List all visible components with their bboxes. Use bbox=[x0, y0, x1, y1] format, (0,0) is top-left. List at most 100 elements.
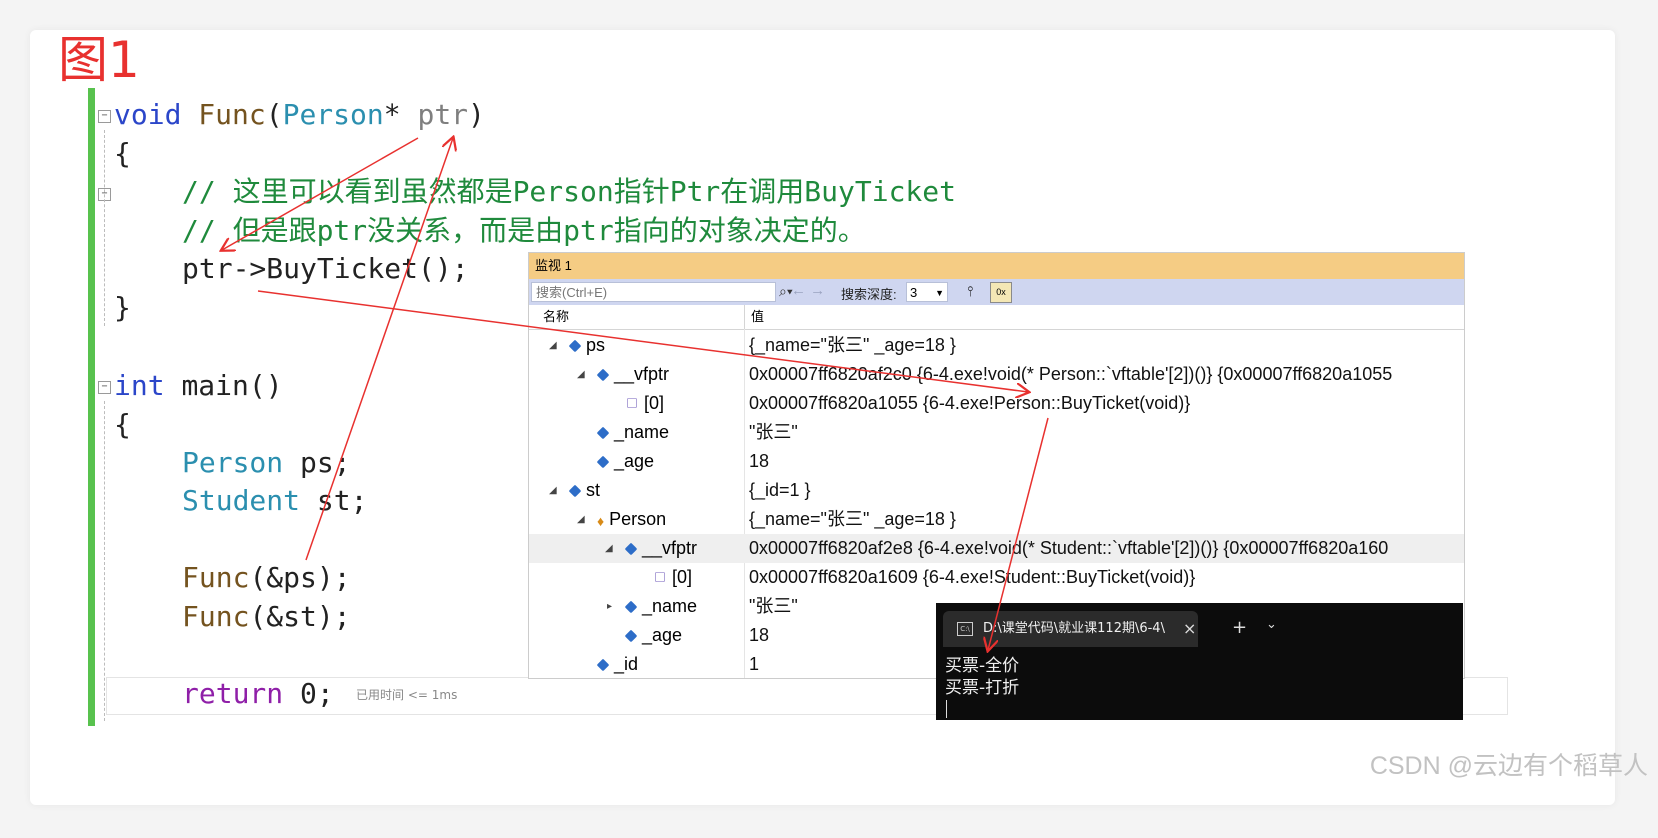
filter-pin-icon[interactable]: ⫯ bbox=[967, 283, 973, 300]
search-depth-select[interactable]: 3 ▼ bbox=[906, 282, 948, 302]
keyword-return: return bbox=[182, 677, 284, 710]
watch-row-name: _age bbox=[596, 447, 655, 476]
watch-row-name-text: ps bbox=[586, 335, 606, 355]
watch-search-input[interactable]: 搜索(Ctrl+E) bbox=[531, 282, 776, 302]
call-func-2: Func bbox=[182, 600, 250, 633]
expand-icon[interactable]: ◢ bbox=[605, 534, 613, 563]
watch-row-name: ps bbox=[568, 331, 606, 360]
code-line-open-brace: { bbox=[114, 137, 131, 170]
terminal-tab[interactable]: C:\ D:\课堂代码\就业课112期\6-4\ × bbox=[943, 611, 1198, 647]
terminal-icon: C:\ bbox=[957, 622, 973, 636]
expand-icon[interactable]: ◢ bbox=[577, 505, 585, 534]
watch-title: 监视 1 bbox=[535, 258, 572, 273]
watch-row[interactable]: ◢ __vfptr 0x00007ff6820af2c0 {6-4.exe!vo… bbox=[529, 360, 1464, 389]
call-arg-1: (&ps); bbox=[249, 561, 351, 594]
code-line-student-decl: Student st; bbox=[182, 484, 368, 517]
watch-row[interactable]: ◢ st {_id=1 } bbox=[529, 476, 1464, 505]
fold-main-icon[interactable]: − bbox=[98, 381, 111, 394]
watch-row-name: [0] bbox=[625, 389, 664, 418]
watch-row[interactable]: ◢ ♦ Person {_name="张三" _age=18 } bbox=[529, 505, 1464, 534]
terminal-tab-title: D:\课堂代码\就业课112期\6-4\ bbox=[983, 621, 1165, 636]
field-icon bbox=[624, 600, 638, 614]
watch-row-name-text: _age bbox=[642, 625, 683, 645]
code-line-func-signature: void Func(Person* ptr) bbox=[114, 98, 485, 131]
new-tab-icon[interactable]: + bbox=[1232, 617, 1247, 638]
watch-column-header: 名称 值 bbox=[529, 305, 1464, 330]
indent-guide bbox=[104, 401, 105, 721]
var-st: st bbox=[316, 484, 351, 517]
param-star: * bbox=[383, 98, 401, 131]
hex-display-icon[interactable]: 0x bbox=[990, 282, 1012, 303]
watch-row-value: {_name="张三" _age=18 } bbox=[749, 509, 956, 529]
watch-row-name: st bbox=[568, 476, 601, 505]
call-func-1: Func bbox=[182, 561, 250, 594]
watch-row[interactable]: [0] 0x00007ff6820a1609 {6-4.exe!Student:… bbox=[529, 563, 1464, 592]
keyword-int: int bbox=[114, 369, 165, 402]
expand-icon[interactable]: ◢ bbox=[577, 360, 585, 389]
base-class-icon: ♦ bbox=[597, 513, 605, 529]
return-value: 0; bbox=[300, 677, 334, 710]
watch-row[interactable]: _name "张三" bbox=[529, 418, 1464, 447]
main-name: main() bbox=[181, 369, 283, 402]
code-line-return: return 0; bbox=[182, 675, 334, 713]
terminal-output-line: 买票-打折 bbox=[945, 678, 1020, 698]
watch-row-name-text: __vfptr bbox=[614, 364, 670, 384]
watch-row-value: 18 bbox=[749, 451, 770, 471]
fold-func-icon[interactable]: − bbox=[98, 110, 111, 123]
search-nav-arrows-icon[interactable]: ← → bbox=[791, 282, 825, 299]
param-name: ptr bbox=[417, 98, 469, 131]
watch-row-name-text: _age bbox=[614, 451, 655, 471]
expand-icon[interactable]: ◢ bbox=[549, 476, 557, 505]
watch-row-name: _age bbox=[624, 621, 683, 650]
watch-row-value: "张三" bbox=[749, 422, 798, 442]
chevron-down-icon[interactable]: ⌄ bbox=[1266, 617, 1277, 632]
terminal-output-line: 买票-全价 bbox=[945, 656, 1020, 676]
watch-row-value: 0x00007ff6820af2e8 {6-4.exe!void(* Stude… bbox=[749, 538, 1389, 558]
column-value-header[interactable]: 值 bbox=[751, 305, 764, 329]
watch-row-value: 18 bbox=[749, 625, 770, 645]
column-divider[interactable] bbox=[744, 305, 745, 329]
watch-row-name: __vfptr bbox=[596, 360, 670, 389]
figure-label: 图1 bbox=[58, 31, 140, 89]
type-student: Student bbox=[182, 484, 301, 517]
watch-title-bar[interactable]: 监视 1 bbox=[529, 253, 1464, 279]
code-line-func-call-2: Func(&st); bbox=[182, 598, 351, 636]
watch-row-selected[interactable]: ◢ __vfptr 0x00007ff6820af2e8 {6-4.exe!vo… bbox=[529, 534, 1464, 563]
watch-row-value: 1 bbox=[749, 654, 760, 674]
watch-row-name-text: st bbox=[586, 480, 601, 500]
code-line-person-decl: Person ps; bbox=[182, 446, 351, 479]
watch-row-value: {_name="张三" _age=18 } bbox=[749, 335, 956, 355]
search-depth-label: 搜索深度: bbox=[841, 287, 897, 302]
expand-icon[interactable]: ◢ bbox=[549, 331, 557, 360]
code-line-main: int main() bbox=[114, 367, 283, 405]
watch-row[interactable]: [0] 0x00007ff6820a1055 {6-4.exe!Person::… bbox=[529, 389, 1464, 418]
indent-guide bbox=[104, 130, 105, 326]
variable-icon bbox=[624, 542, 638, 556]
watch-row-name-text: __vfptr bbox=[642, 538, 698, 558]
code-line-main-open-brace: { bbox=[114, 408, 131, 441]
code-comment-2: // 但是跟ptr没关系，而是由ptr指向的对象决定的。 bbox=[182, 214, 866, 247]
field-icon bbox=[596, 455, 610, 469]
keyword-void: void bbox=[114, 98, 182, 131]
column-name-header[interactable]: 名称 bbox=[543, 305, 569, 329]
watch-row-value: 0x00007ff6820af2c0 {6-4.exe!void(* Perso… bbox=[749, 364, 1393, 384]
watch-row-name-text: _name bbox=[614, 422, 670, 442]
watch-row-name-text: [0] bbox=[644, 393, 665, 413]
watch-row-name: _name bbox=[596, 418, 670, 447]
watch-row-name: __vfptr bbox=[624, 534, 698, 563]
watch-row-name: _id bbox=[596, 650, 638, 678]
watch-row-name-text: _name bbox=[642, 596, 698, 616]
expand-collapsed-icon[interactable]: ▸ bbox=[607, 592, 612, 621]
watch-row-value: 0x00007ff6820a1609 {6-4.exe!Student::Buy… bbox=[749, 567, 1196, 587]
array-element-icon bbox=[627, 398, 637, 408]
watch-row-value: {_id=1 } bbox=[749, 480, 811, 500]
close-icon[interactable]: × bbox=[1183, 611, 1196, 647]
watch-row-name-text: [0] bbox=[672, 567, 693, 587]
watch-row[interactable]: ◢ ps {_name="张三" _age=18 } bbox=[529, 331, 1464, 360]
terminal-window[interactable]: C:\ D:\课堂代码\就业课112期\6-4\ × + ⌄ 买票-全价 买票-… bbox=[936, 603, 1463, 720]
field-icon bbox=[596, 658, 610, 672]
watch-row[interactable]: _age 18 bbox=[529, 447, 1464, 476]
watermark: CSDN @云边有个稻草人 bbox=[1369, 752, 1648, 780]
watch-row-name: ♦ Person bbox=[597, 505, 666, 536]
type-person: Person bbox=[182, 446, 284, 479]
